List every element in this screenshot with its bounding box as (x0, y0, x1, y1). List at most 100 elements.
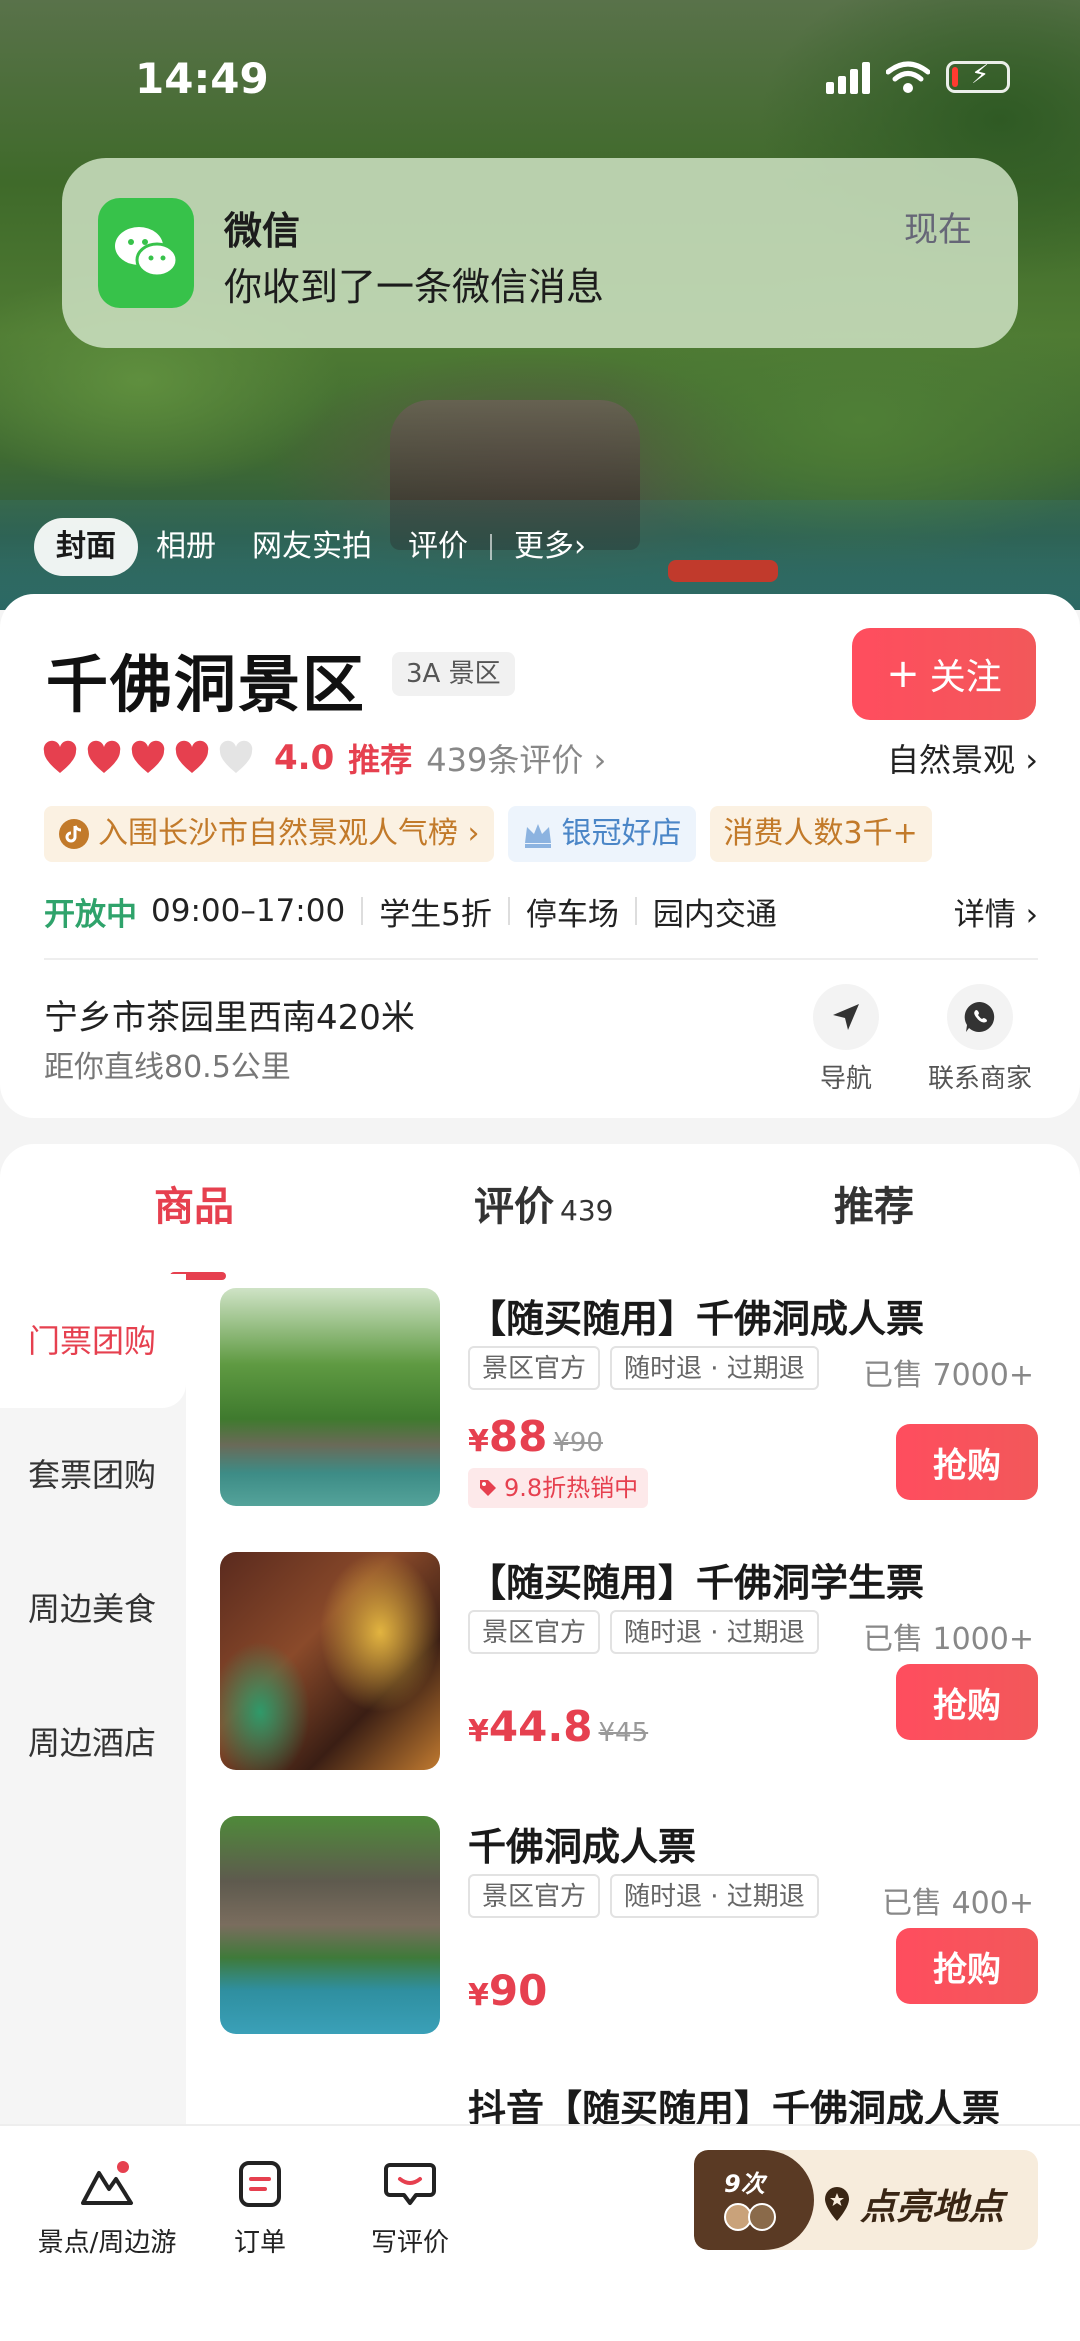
bottom-navigation: 景点/周边游 订单 写评价 9次 点亮地点 (0, 2124, 1080, 2341)
address[interactable]: 宁乡市茶园里西南420米 (44, 990, 415, 1039)
open-status: 开放中 (44, 896, 137, 933)
tab-recommend[interactable]: 推荐 (834, 1174, 914, 1232)
promo-badge: 9.8折热销中 (468, 1468, 649, 1508)
currency-symbol: ¥ (468, 1424, 489, 1459)
phone-icon (947, 984, 1013, 1050)
review-count-link[interactable]: 439条评价 › (426, 735, 606, 781)
product-image (220, 1816, 440, 2034)
boat (668, 560, 778, 582)
contact-label: 联系商家 (927, 1064, 1032, 1094)
scenic-level-badge: 3A 景区 (392, 652, 515, 696)
tiktok-icon (59, 819, 89, 849)
product-price: ¥90 (468, 1966, 547, 2015)
sidebar-item-package[interactable]: 套票团购 (0, 1408, 186, 1542)
category-link[interactable]: 自然景观 › (887, 735, 1038, 781)
wechat-icon (98, 198, 194, 308)
tab-album[interactable]: 相册 (138, 518, 234, 576)
checkin-label: 点亮地点 (860, 2187, 1005, 2228)
goods-section: 商品 评价 439 推荐 门票团购 套票团购 周边美食 周边酒店 【随买随用】千佛… (0, 1144, 1080, 2144)
divider (44, 958, 1038, 960)
tab-reviews[interactable]: 评价 439 (474, 1174, 613, 1232)
sidebar-item-tickets[interactable]: 门票团购 (0, 1274, 186, 1408)
photo-tabs: 封面 相册 网友实拍 评价 更多› (34, 518, 604, 576)
review-bubble-icon (382, 2156, 438, 2212)
price-value: 44.8 (488, 1702, 593, 1751)
product-title: 【随买随用】千佛洞成人票 (468, 1297, 925, 1341)
visitors-count-tag: 消费人数3千+ (709, 806, 932, 862)
status-bar: 14:49 ⚡ (0, 40, 1080, 120)
tab-user-photos[interactable]: 网友实拍 (234, 518, 390, 576)
checkin-label-wrap: 点亮地点 (822, 2178, 1004, 2230)
tab-reviews-count: 439 (560, 1194, 614, 1227)
order-icon (232, 2156, 288, 2212)
opening-hours: 09:00–17:00 (151, 893, 346, 929)
product-image (220, 1288, 440, 1506)
product-title: 千佛洞成人票 (468, 1825, 697, 1869)
notification-time: 现在 (904, 210, 972, 250)
product-image (220, 1552, 440, 1770)
status-time: 14:49 (135, 54, 269, 103)
ranking-tag-label: 入围长沙市自然景观人气榜 › (98, 816, 480, 851)
nav-write-review-label: 写评价 (370, 2228, 449, 2258)
product-tag: 景区官方 (468, 1346, 601, 1390)
follow-label: 关注 (929, 657, 1002, 698)
product-card[interactable]: 【随买随用】千佛洞学生票 景区官方 随时退 · 过期退 已售 1000+ ¥44… (218, 1552, 1038, 1774)
product-tags: 景区官方 随时退 · 过期退 (468, 1874, 819, 1918)
navigate-label: 导航 (819, 1064, 872, 1094)
poi-title: 千佛洞景区 (46, 648, 367, 721)
notification-message: 你收到了一条微信消息 (224, 265, 605, 309)
buy-button[interactable]: 抢购 (896, 1664, 1038, 1740)
silver-crown-tag[interactable]: 银冠好店 (507, 806, 696, 862)
tab-goods[interactable]: 商品 (154, 1174, 234, 1232)
honor-tags: 入围长沙市自然景观人气榜 › 银冠好店 消费人数3千+ (44, 806, 932, 862)
tab-cover[interactable]: 封面 (34, 518, 138, 576)
battery-icon: ⚡ (946, 60, 1010, 93)
product-card[interactable]: 【随买随用】千佛洞成人票 景区官方 随时退 · 过期退 已售 7000+ ¥88… (218, 1288, 1038, 1510)
poi-info-card: 千佛洞景区 3A 景区 + 关注 4.0 推荐 439条评价 › 自然景观 › … (0, 594, 1080, 1118)
hours-row: 开放中 09:00–17:00 学生5折 停车场 园内交通 详情 › (44, 886, 1038, 936)
price-value: 88 (488, 1412, 548, 1461)
tab-reviews-photos[interactable]: 评价 (390, 518, 486, 576)
divider (490, 534, 492, 560)
heart-filled-icon (43, 740, 77, 773)
tab-reviews-label: 评价 (474, 1184, 554, 1230)
wechat-notification[interactable]: 微信 你收到了一条微信消息 现在 (62, 158, 1018, 348)
sidebar-item-food[interactable]: 周边美食 (0, 1542, 186, 1676)
rating-row: 4.0 推荐 439条评价 › 自然景观 › (42, 734, 1038, 782)
currency-symbol: ¥ (468, 1714, 489, 1749)
product-tag: 随时退 · 过期退 (610, 1874, 819, 1918)
crown-icon (524, 824, 551, 848)
product-title: 【随买随用】千佛洞学生票 (468, 1561, 925, 1605)
product-tag: 随时退 · 过期退 (610, 1346, 819, 1390)
product-tag: 景区官方 (468, 1610, 601, 1654)
sidebar-item-hotel[interactable]: 周边酒店 (0, 1676, 186, 1810)
divider (634, 897, 637, 925)
follow-button[interactable]: + 关注 (852, 628, 1036, 720)
heart-filled-icon (175, 740, 209, 773)
sold-count: 已售 1000+ (862, 1622, 1034, 1657)
buy-button[interactable]: 抢购 (896, 1928, 1038, 2004)
nav-nearby[interactable]: 景点/周边游 (32, 2156, 182, 2259)
contact-merchant-button[interactable]: 联系商家 (920, 984, 1040, 1095)
buy-button[interactable]: 抢购 (896, 1424, 1038, 1500)
plus-icon: + (886, 651, 920, 697)
nav-orders-label: 订单 (233, 2228, 286, 2258)
nav-write-review[interactable]: 写评价 (360, 2156, 460, 2259)
currency-symbol: ¥ (468, 1978, 489, 2013)
navigate-button[interactable]: 导航 (786, 984, 906, 1095)
nav-orders[interactable]: 订单 (220, 2156, 300, 2259)
sold-count: 已售 7000+ (862, 1358, 1034, 1393)
original-price: ¥45 (598, 1718, 649, 1748)
heart-filled-icon (87, 740, 121, 773)
heart-filled-icon (131, 740, 165, 773)
product-tag: 景区官方 (468, 1874, 601, 1918)
tag-icon (480, 1480, 496, 1496)
feature-parking: 停车场 (525, 896, 619, 933)
light-up-location-button[interactable]: 9次 点亮地点 (694, 2150, 1038, 2250)
ranking-tag[interactable]: 入围长沙市自然景观人气榜 › (44, 806, 494, 862)
tab-more[interactable]: 更多› (496, 518, 604, 576)
product-card[interactable]: 千佛洞成人票 景区官方 随时退 · 过期退 已售 400+ ¥90 抢购 (218, 1816, 1038, 2038)
mountain-icon (79, 2156, 135, 2212)
details-link[interactable]: 详情 › (954, 889, 1038, 934)
price-value: 90 (488, 1966, 548, 2015)
